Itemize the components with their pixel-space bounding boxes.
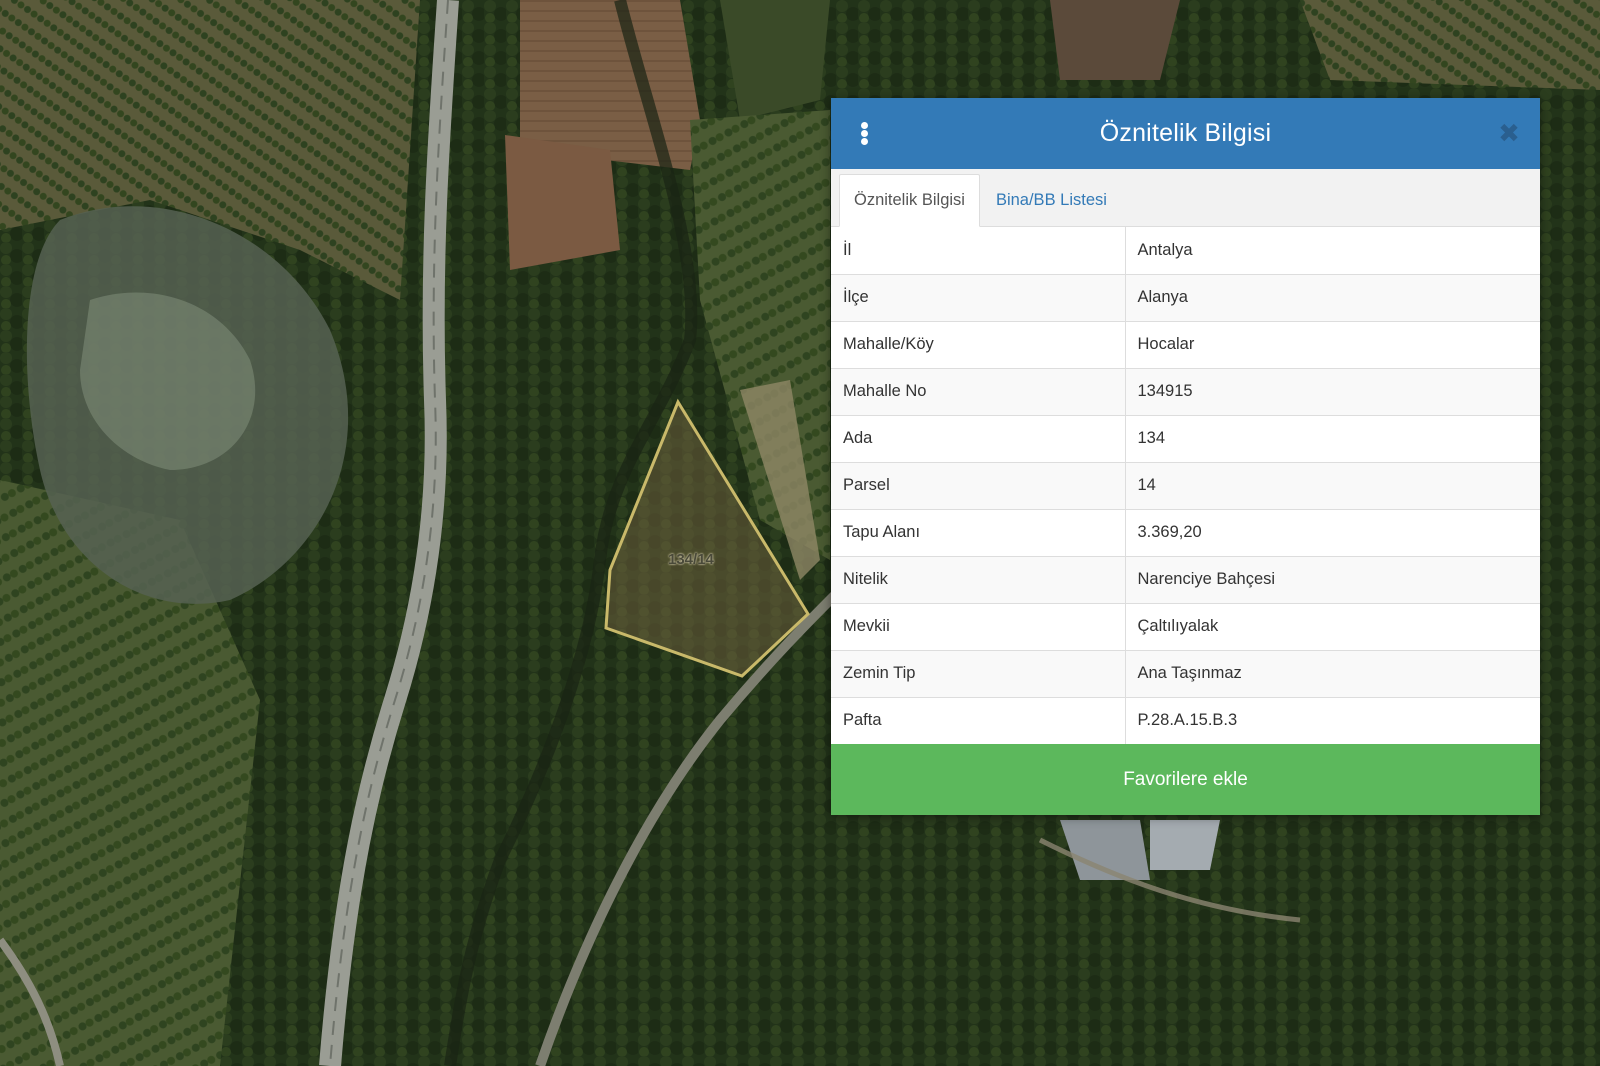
row-key: Parsel	[831, 461, 1126, 509]
close-icon[interactable]: ✖	[1496, 118, 1522, 148]
row-value: Narenciye Bahçesi	[1125, 555, 1540, 603]
row-value: Alanya	[1125, 273, 1540, 321]
row-key: Mevkii	[831, 602, 1126, 650]
table-row: Nitelik Narenciye Bahçesi	[831, 555, 1540, 603]
table-row: Ada 134	[831, 414, 1540, 462]
row-key: Nitelik	[831, 555, 1126, 603]
panel-title: Öznitelik Bilgisi	[1099, 119, 1272, 147]
table-row: Pafta P.28.A.15.B.3	[831, 696, 1540, 744]
table-row: Mevkii Çaltılıyalak	[831, 602, 1540, 650]
table-row: Mahalle No 134915	[831, 367, 1540, 415]
row-key: Ada	[831, 414, 1126, 462]
row-value: 134	[1125, 414, 1540, 462]
row-value: 14	[1125, 461, 1540, 509]
add-to-favorites-button[interactable]: Favorilere ekle	[831, 744, 1540, 815]
tab-building-list[interactable]: Bina/BB Listesi	[982, 174, 1121, 226]
row-value: 3.369,20	[1125, 508, 1540, 556]
table-row: Tapu Alanı 3.369,20	[831, 508, 1540, 556]
row-value: Çaltılıyalak	[1125, 602, 1540, 650]
vertical-ellipsis-icon[interactable]	[857, 122, 871, 146]
row-value: P.28.A.15.B.3	[1125, 696, 1540, 744]
tab-attribute-info[interactable]: Öznitelik Bilgisi	[839, 174, 980, 227]
panel-header: Öznitelik Bilgisi ✖	[831, 98, 1540, 169]
attribute-table: İl Antalya İlçe Alanya Mahalle/Köy Hocal…	[831, 227, 1540, 744]
row-value: 134915	[1125, 367, 1540, 415]
row-key: İlçe	[831, 273, 1126, 321]
attribute-panel: Öznitelik Bilgisi ✖ Öznitelik Bilgisi Bi…	[831, 98, 1540, 815]
row-key: Mahalle/Köy	[831, 320, 1126, 368]
parcel-label: 134/14	[668, 551, 714, 568]
row-value: Antalya	[1137, 240, 1193, 259]
table-row: İlçe Alanya	[831, 273, 1540, 321]
row-key: İl	[831, 227, 1126, 274]
table-row: Zemin Tip Ana Taşınmaz	[831, 649, 1540, 697]
row-key: Zemin Tip	[831, 649, 1126, 697]
table-row: Mahalle/Köy Hocalar	[831, 320, 1540, 368]
table-row: Parsel 14	[831, 461, 1540, 509]
row-key: Mahalle No	[831, 367, 1126, 415]
row-key: Pafta	[831, 696, 1126, 744]
tab-bar: Öznitelik Bilgisi Bina/BB Listesi	[831, 169, 1540, 227]
row-key: Tapu Alanı	[831, 508, 1126, 556]
row-value: Hocalar	[1125, 320, 1540, 368]
table-row: İl Antalya	[831, 227, 1540, 274]
row-value: Ana Taşınmaz	[1125, 649, 1540, 697]
